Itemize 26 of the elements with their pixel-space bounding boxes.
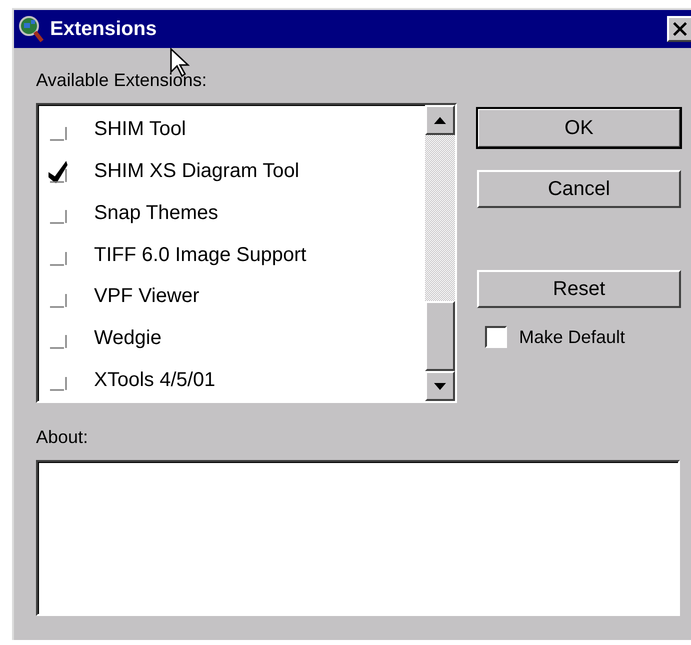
scroll-down-button[interactable]: [425, 371, 455, 401]
down-arrow-icon: [434, 382, 446, 390]
make-default-checkbox[interactable]: [485, 326, 507, 348]
close-icon: [673, 22, 687, 36]
make-default-label[interactable]: Make Default: [519, 326, 626, 348]
scroll-thumb[interactable]: [425, 301, 455, 371]
extension-name[interactable]: Snap Themes: [94, 202, 218, 225]
dialog-button[interactable]: OK: [477, 108, 681, 148]
scrollbar[interactable]: [425, 105, 455, 401]
extension-name[interactable]: SHIM Tool: [94, 118, 186, 142]
about-text-area[interactable]: [36, 460, 680, 616]
extension-name[interactable]: Wedgie: [94, 326, 162, 350]
close-button[interactable]: [667, 16, 691, 42]
globe-magnifier-icon: [18, 15, 44, 43]
about-label: About:: [36, 427, 90, 448]
checked-checkbox[interactable]: [48, 160, 68, 183]
dialog-button[interactable]: Reset: [477, 270, 681, 308]
extension-name[interactable]: VPF Viewer: [94, 285, 200, 308]
extension-name[interactable]: TIFF 6.0 Image Support: [94, 244, 306, 267]
window-title: Extensions: [50, 18, 158, 40]
extension-name[interactable]: XTools 4/5/01: [94, 368, 216, 392]
up-arrow-icon: [434, 116, 446, 124]
extensions-label: Available Extensions:: [36, 70, 208, 91]
scroll-up-button[interactable]: [425, 105, 455, 135]
dialog-button[interactable]: Cancel: [477, 170, 681, 208]
extension-name[interactable]: SHIM XS Diagram Tool: [94, 160, 300, 184]
